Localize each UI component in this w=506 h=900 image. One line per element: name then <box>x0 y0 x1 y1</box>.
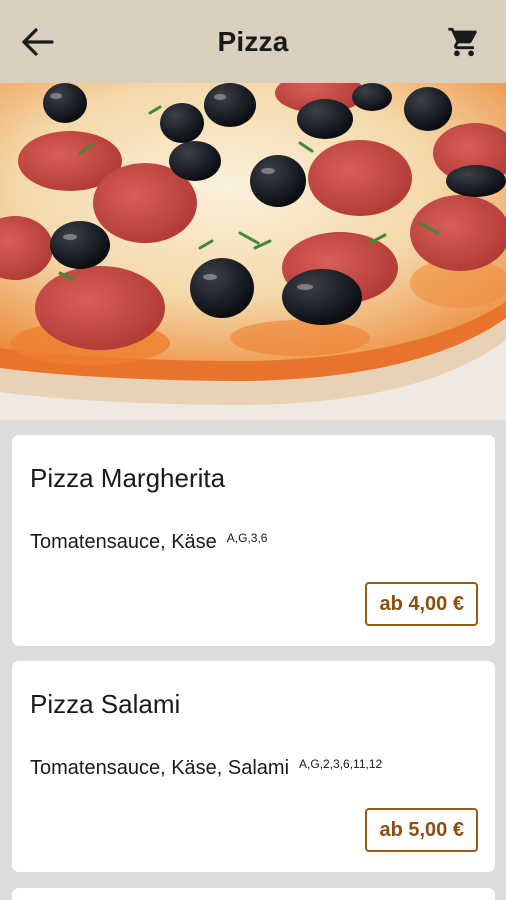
allergen-codes: A,G,3,6 <box>226 531 268 545</box>
price-button[interactable]: ab 4,00 € <box>365 582 478 626</box>
product-description: Tomatensauce, Käse A,G,3,6 <box>30 531 267 554</box>
product-card-margherita[interactable]: Pizza Margherita Tomatensauce, Käse A,G,3… <box>12 435 495 646</box>
product-name: Pizza Margherita <box>30 463 226 493</box>
back-button[interactable] <box>18 22 58 62</box>
product-description: Tomatensauce, Käse, Salami A,G,2,3,6,11,1… <box>30 757 382 780</box>
allergen-codes: A,G,2,3,6,11,12 <box>299 757 383 771</box>
product-ingredients: Tomatensauce, Käse, Salami <box>30 757 290 779</box>
product-name: Pizza Salami <box>30 689 181 719</box>
app-screen: Pizza Pizza Margherita Tomatensauce, Käs… <box>0 0 506 900</box>
top-app-bar: Pizza <box>0 0 506 83</box>
product-ingredients: Tomatensauce, Käse <box>30 531 217 553</box>
pizza-photo <box>0 83 506 420</box>
product-card-next[interactable] <box>12 888 495 900</box>
page-title: Pizza <box>217 25 289 57</box>
product-card-salami[interactable]: Pizza Salami Tomatensauce, Käse, Salami A… <box>12 661 495 872</box>
shopping-cart-icon <box>448 27 477 57</box>
arrow-left-icon <box>22 28 54 56</box>
price-button[interactable]: ab 5,00 € <box>365 808 478 852</box>
category-hero-image <box>0 83 506 420</box>
cart-button[interactable] <box>444 22 484 62</box>
